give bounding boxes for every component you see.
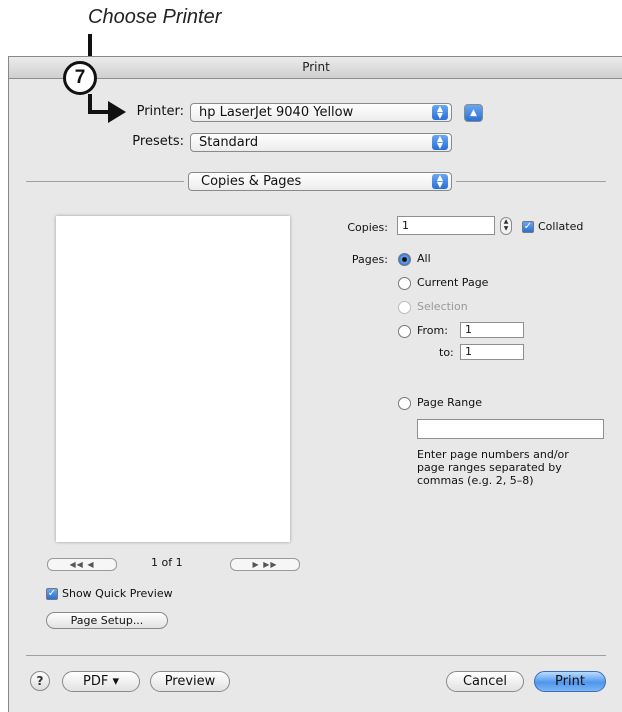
collated-label: Collated [538, 220, 584, 233]
expand-dialog-button[interactable]: ▲ [464, 104, 483, 122]
printer-label: Printer: [136, 104, 184, 119]
copies-stepper[interactable]: ▲ ▼ [500, 217, 512, 235]
first-prev-page-button[interactable]: ◀◀ ◀ [47, 558, 117, 571]
pages-selection-radio [398, 301, 411, 314]
pages-from-input[interactable]: 1 [460, 322, 524, 338]
pages-all-label: All [417, 252, 431, 265]
page-preview [56, 216, 290, 542]
pages-current-label: Current Page [417, 276, 489, 289]
quick-preview-label: Show Quick Preview [62, 587, 173, 600]
pages-from-label: From: [417, 324, 448, 337]
print-button[interactable]: Print [534, 671, 606, 692]
next-last-page-button[interactable]: ▶ ▶▶ [230, 558, 300, 571]
up-down-arrows-icon: ▲ ▼ [432, 135, 448, 150]
section-value: Copies & Pages [201, 174, 302, 189]
window-title: Print [302, 60, 330, 74]
presets-label: Presets: [132, 134, 184, 149]
printer-value: hp LaserJet 9040 Yellow [199, 105, 354, 120]
section-popup[interactable]: Copies & Pages ▲ ▼ [188, 172, 452, 191]
up-down-arrows-icon: ▲ ▼ [432, 105, 448, 120]
page-indicator: 1 of 1 [151, 556, 183, 569]
separator-left [26, 181, 184, 182]
step-badge: 7 [63, 61, 97, 95]
pages-all-radio[interactable] [398, 253, 411, 266]
cancel-button[interactable]: Cancel [446, 671, 524, 692]
previous-page-icon: ◀ [87, 560, 95, 569]
preview-button[interactable]: Preview [150, 671, 230, 692]
first-page-icon: ◀◀ [69, 560, 84, 569]
last-page-icon: ▶▶ [263, 560, 278, 569]
pages-from-radio[interactable] [398, 325, 411, 338]
separator-right [456, 181, 606, 182]
help-button[interactable]: ? [30, 671, 50, 691]
pages-current-radio[interactable] [398, 277, 411, 290]
page-range-input[interactable] [417, 419, 604, 439]
presets-value: Standard [199, 135, 259, 150]
page-range-radio[interactable] [398, 397, 411, 410]
copies-input[interactable]: 1 [397, 216, 495, 235]
quick-preview-checkbox[interactable]: ✓ [46, 588, 58, 600]
pages-selection-label: Selection [417, 300, 468, 313]
printer-popup[interactable]: hp LaserJet 9040 Yellow ▲ ▼ [190, 103, 452, 122]
bottom-separator [26, 655, 606, 656]
collated-checkbox[interactable]: ✓ [522, 221, 534, 233]
page-setup-button[interactable]: Page Setup... [46, 612, 168, 629]
pages-label: Pages: [351, 253, 388, 266]
next-page-icon: ▶ [252, 560, 260, 569]
pages-to-label: to: [439, 346, 454, 359]
callout-title: Choose Printer [88, 6, 222, 28]
title-bar[interactable]: Print [9, 57, 622, 79]
copies-label: Copies: [347, 221, 388, 234]
pages-to-input[interactable]: 1 [460, 344, 524, 360]
disclosure-triangle-up-icon: ▲ [470, 108, 477, 118]
page-range-label: Page Range [417, 396, 482, 409]
up-down-arrows-icon: ▲ ▼ [432, 174, 448, 189]
page-range-help-text: Enter page numbers and/or page ranges se… [417, 448, 569, 487]
pdf-menu-button[interactable]: PDF ▾ [62, 671, 140, 692]
presets-popup[interactable]: Standard ▲ ▼ [190, 133, 452, 152]
